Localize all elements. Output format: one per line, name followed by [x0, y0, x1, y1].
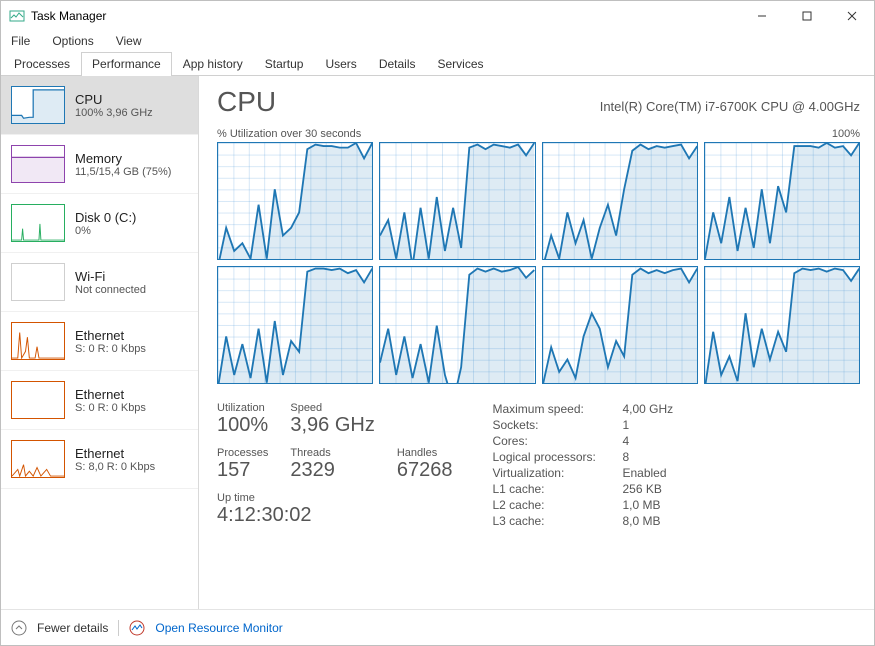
chart-caption-left: % Utilization over 30 seconds [217, 128, 361, 140]
disk-thumb-icon [11, 204, 65, 242]
sidebar-item-wifi[interactable]: Wi-Fi Not connected [1, 253, 198, 312]
content-panel: CPU Intel(R) Core(TM) i7-6700K CPU @ 4.0… [199, 76, 874, 609]
menu-options[interactable]: Options [48, 33, 97, 49]
virt-label: Virtualization: [492, 466, 622, 480]
tab-details[interactable]: Details [368, 52, 427, 76]
l1-value: 256 KB [622, 482, 673, 496]
utilization-label: Utilization [217, 402, 268, 414]
utilization-value: 100% [217, 414, 268, 437]
sockets-value: 1 [622, 418, 673, 432]
speed-label: Speed [290, 402, 374, 414]
cpu-core-chart-2[interactable] [379, 142, 535, 260]
l3-value: 8,0 MB [622, 514, 673, 528]
stats-area: Utilization 100% Speed 3,96 GHz Processe… [217, 402, 860, 535]
ethernet-thumb-icon [11, 381, 65, 419]
l2-label: L2 cache: [492, 498, 622, 512]
sidebar-item-sub: S: 8,0 R: 0 Kbps [75, 461, 155, 473]
cpu-core-chart-4[interactable] [704, 142, 860, 260]
tab-processes[interactable]: Processes [3, 52, 81, 76]
chart-caption-right: 100% [832, 128, 860, 140]
stats-left: Utilization 100% Speed 3,96 GHz Processe… [217, 402, 452, 535]
maxspeed-value: 4,00 GHz [622, 402, 673, 416]
maximize-button[interactable] [784, 1, 829, 31]
tab-bar: Processes Performance App history Startu… [1, 51, 874, 76]
sidebar-item-label: Ethernet [75, 328, 146, 343]
chevron-up-icon [11, 620, 27, 636]
open-resource-monitor-link[interactable]: Open Resource Monitor [155, 621, 282, 635]
l2-value: 1,0 MB [622, 498, 673, 512]
uptime-value: 4:12:30:02 [217, 504, 452, 527]
sidebar-item-ethernet-2[interactable]: Ethernet S: 0 R: 0 Kbps [1, 371, 198, 430]
tab-users[interactable]: Users [314, 52, 367, 76]
menu-view[interactable]: View [112, 33, 146, 49]
cpu-core-chart-8[interactable] [704, 266, 860, 384]
memory-thumb-icon [11, 145, 65, 183]
lprocs-value: 8 [622, 450, 673, 464]
cpu-model: Intel(R) Core(TM) i7-6700K CPU @ 4.00GHz [600, 99, 860, 114]
minimize-button[interactable] [739, 1, 784, 31]
wifi-thumb-icon [11, 263, 65, 301]
footer: Fewer details Open Resource Monitor [1, 609, 874, 645]
sidebar-item-ethernet-3[interactable]: Ethernet S: 8,0 R: 0 Kbps [1, 430, 198, 489]
sidebar-item-label: CPU [75, 92, 153, 107]
threads-value: 2329 [290, 459, 374, 482]
virt-value: Enabled [622, 466, 673, 480]
sidebar-item-label: Memory [75, 151, 171, 166]
cpu-core-chart-7[interactable] [542, 266, 698, 384]
main-area: CPU 100% 3,96 GHz Memory 11,5/15,4 GB (7… [1, 76, 874, 609]
menu-file[interactable]: File [7, 33, 34, 49]
sidebar-item-label: Wi-Fi [75, 269, 146, 284]
cpu-core-chart-1[interactable] [217, 142, 373, 260]
cpu-core-chart-3[interactable] [542, 142, 698, 260]
sidebar-item-sub: Not connected [75, 284, 146, 296]
sidebar-item-sub: 11,5/15,4 GB (75%) [75, 166, 171, 178]
sidebar-item-sub: 0% [75, 225, 136, 237]
cpu-charts-grid [217, 142, 860, 384]
sidebar-item-label: Ethernet [75, 446, 155, 461]
ethernet-thumb-icon [11, 440, 65, 478]
lprocs-label: Logical processors: [492, 450, 622, 464]
sidebar-item-sub: 100% 3,96 GHz [75, 107, 153, 119]
processes-value: 157 [217, 459, 268, 482]
app-icon [9, 8, 25, 24]
sidebar: CPU 100% 3,96 GHz Memory 11,5/15,4 GB (7… [1, 76, 199, 609]
menu-bar: File Options View [1, 31, 874, 51]
cpu-thumb-icon [11, 86, 65, 124]
handles-value: 67268 [397, 459, 453, 482]
tab-services[interactable]: Services [427, 52, 495, 76]
separator [118, 620, 119, 636]
stats-right: Maximum speed:4,00 GHz Sockets:1 Cores:4… [492, 402, 673, 535]
sidebar-item-memory[interactable]: Memory 11,5/15,4 GB (75%) [1, 135, 198, 194]
processes-label: Processes [217, 447, 268, 459]
title-bar: Task Manager [1, 1, 874, 31]
tab-app-history[interactable]: App history [172, 52, 254, 76]
close-button[interactable] [829, 1, 874, 31]
sidebar-item-cpu[interactable]: CPU 100% 3,96 GHz [1, 76, 198, 135]
l1-label: L1 cache: [492, 482, 622, 496]
cpu-core-chart-6[interactable] [379, 266, 535, 384]
handles-label: Handles [397, 447, 453, 459]
l3-label: L3 cache: [492, 514, 622, 528]
sidebar-item-sub: S: 0 R: 0 Kbps [75, 402, 146, 414]
sidebar-item-disk[interactable]: Disk 0 (C:) 0% [1, 194, 198, 253]
cores-value: 4 [622, 434, 673, 448]
threads-label: Threads [290, 447, 374, 459]
sidebar-item-sub: S: 0 R: 0 Kbps [75, 343, 146, 355]
sidebar-item-label: Disk 0 (C:) [75, 210, 136, 225]
sockets-label: Sockets: [492, 418, 622, 432]
window-title: Task Manager [31, 9, 106, 23]
uptime-label: Up time [217, 492, 452, 504]
ethernet-thumb-icon [11, 322, 65, 360]
page-title: CPU [217, 86, 276, 118]
fewer-details-button[interactable]: Fewer details [37, 621, 108, 635]
cores-label: Cores: [492, 434, 622, 448]
tab-performance[interactable]: Performance [81, 52, 172, 76]
cpu-core-chart-5[interactable] [217, 266, 373, 384]
sidebar-item-ethernet-1[interactable]: Ethernet S: 0 R: 0 Kbps [1, 312, 198, 371]
speed-value: 3,96 GHz [290, 414, 374, 437]
maxspeed-label: Maximum speed: [492, 402, 622, 416]
tab-startup[interactable]: Startup [254, 52, 315, 76]
sidebar-item-label: Ethernet [75, 387, 146, 402]
resource-monitor-icon [129, 620, 145, 636]
